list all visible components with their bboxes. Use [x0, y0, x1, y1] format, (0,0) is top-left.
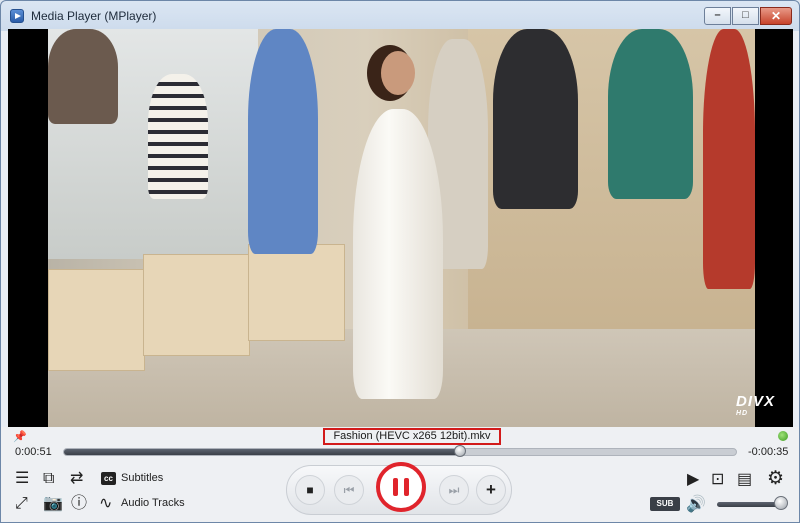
audio-wave-icon[interactable]: ∿ — [99, 496, 112, 512]
pause-button[interactable] — [376, 462, 426, 512]
filename-label: Fashion (HEVC x265 12bit).mkv — [323, 428, 501, 445]
fullscreen-icon[interactable]: ⤢ — [15, 496, 28, 512]
chat-icon[interactable]: ▤ — [737, 472, 752, 488]
volume-slider[interactable] — [717, 502, 781, 507]
main-window: Media Player (MPlayer) – □ ✕ DIVX HD 📌 Fa… — [0, 0, 800, 523]
status-indicator-icon — [778, 431, 788, 441]
seek-bar-fill — [64, 449, 461, 455]
info-icon[interactable]: ⓘ — [71, 496, 87, 512]
window-title: Media Player (MPlayer) — [31, 9, 157, 23]
screenshot-icon[interactable]: 📷 — [43, 496, 63, 512]
next-button[interactable]: ⏭ — [439, 475, 469, 505]
audio-tracks-label[interactable]: Audio Tracks — [121, 497, 185, 509]
minimize-button[interactable]: – — [704, 7, 731, 25]
subtitles-icon[interactable]: cc — [101, 472, 116, 485]
remaining-time: -0:00:35 — [748, 446, 789, 458]
divx-logo: DIVX HD — [735, 393, 775, 417]
volume-icon[interactable]: 🔊 — [686, 497, 706, 513]
add-button[interactable]: + — [476, 475, 506, 505]
control-bar: 📌 Fashion (HEVC x265 12bit).mkv 0:00:51 … — [1, 427, 799, 522]
maximize-button[interactable]: □ — [732, 7, 759, 25]
subtitle-toggle-badge[interactable]: SUB — [650, 497, 680, 511]
video-display[interactable]: DIVX HD — [8, 29, 793, 427]
settings-icon[interactable]: ⚙ — [767, 469, 784, 488]
pause-icon — [393, 478, 398, 496]
shuffle-icon[interactable]: ⇄ — [70, 471, 83, 487]
previous-button[interactable]: ⏮ — [334, 475, 364, 505]
video-frame — [48, 29, 755, 427]
pin-icon[interactable]: 📌 — [13, 430, 27, 443]
video-window-icon[interactable]: ⊡ — [711, 472, 724, 488]
seek-bar[interactable] — [63, 445, 737, 457]
volume-handle[interactable] — [774, 496, 788, 510]
open-icon[interactable]: ⧉ — [43, 471, 54, 487]
subtitles-label[interactable]: Subtitles — [121, 472, 163, 484]
close-button[interactable]: ✕ — [760, 7, 792, 25]
elapsed-time: 0:00:51 — [15, 446, 52, 458]
playlist-icon[interactable]: ☰ — [15, 471, 29, 487]
title-bar[interactable]: Media Player (MPlayer) – □ ✕ — [1, 1, 799, 31]
frame-step-icon[interactable]: ▶ — [687, 472, 699, 488]
app-logo-icon — [10, 9, 24, 23]
seek-handle[interactable] — [454, 445, 467, 457]
stop-button[interactable]: ■ — [295, 475, 325, 505]
